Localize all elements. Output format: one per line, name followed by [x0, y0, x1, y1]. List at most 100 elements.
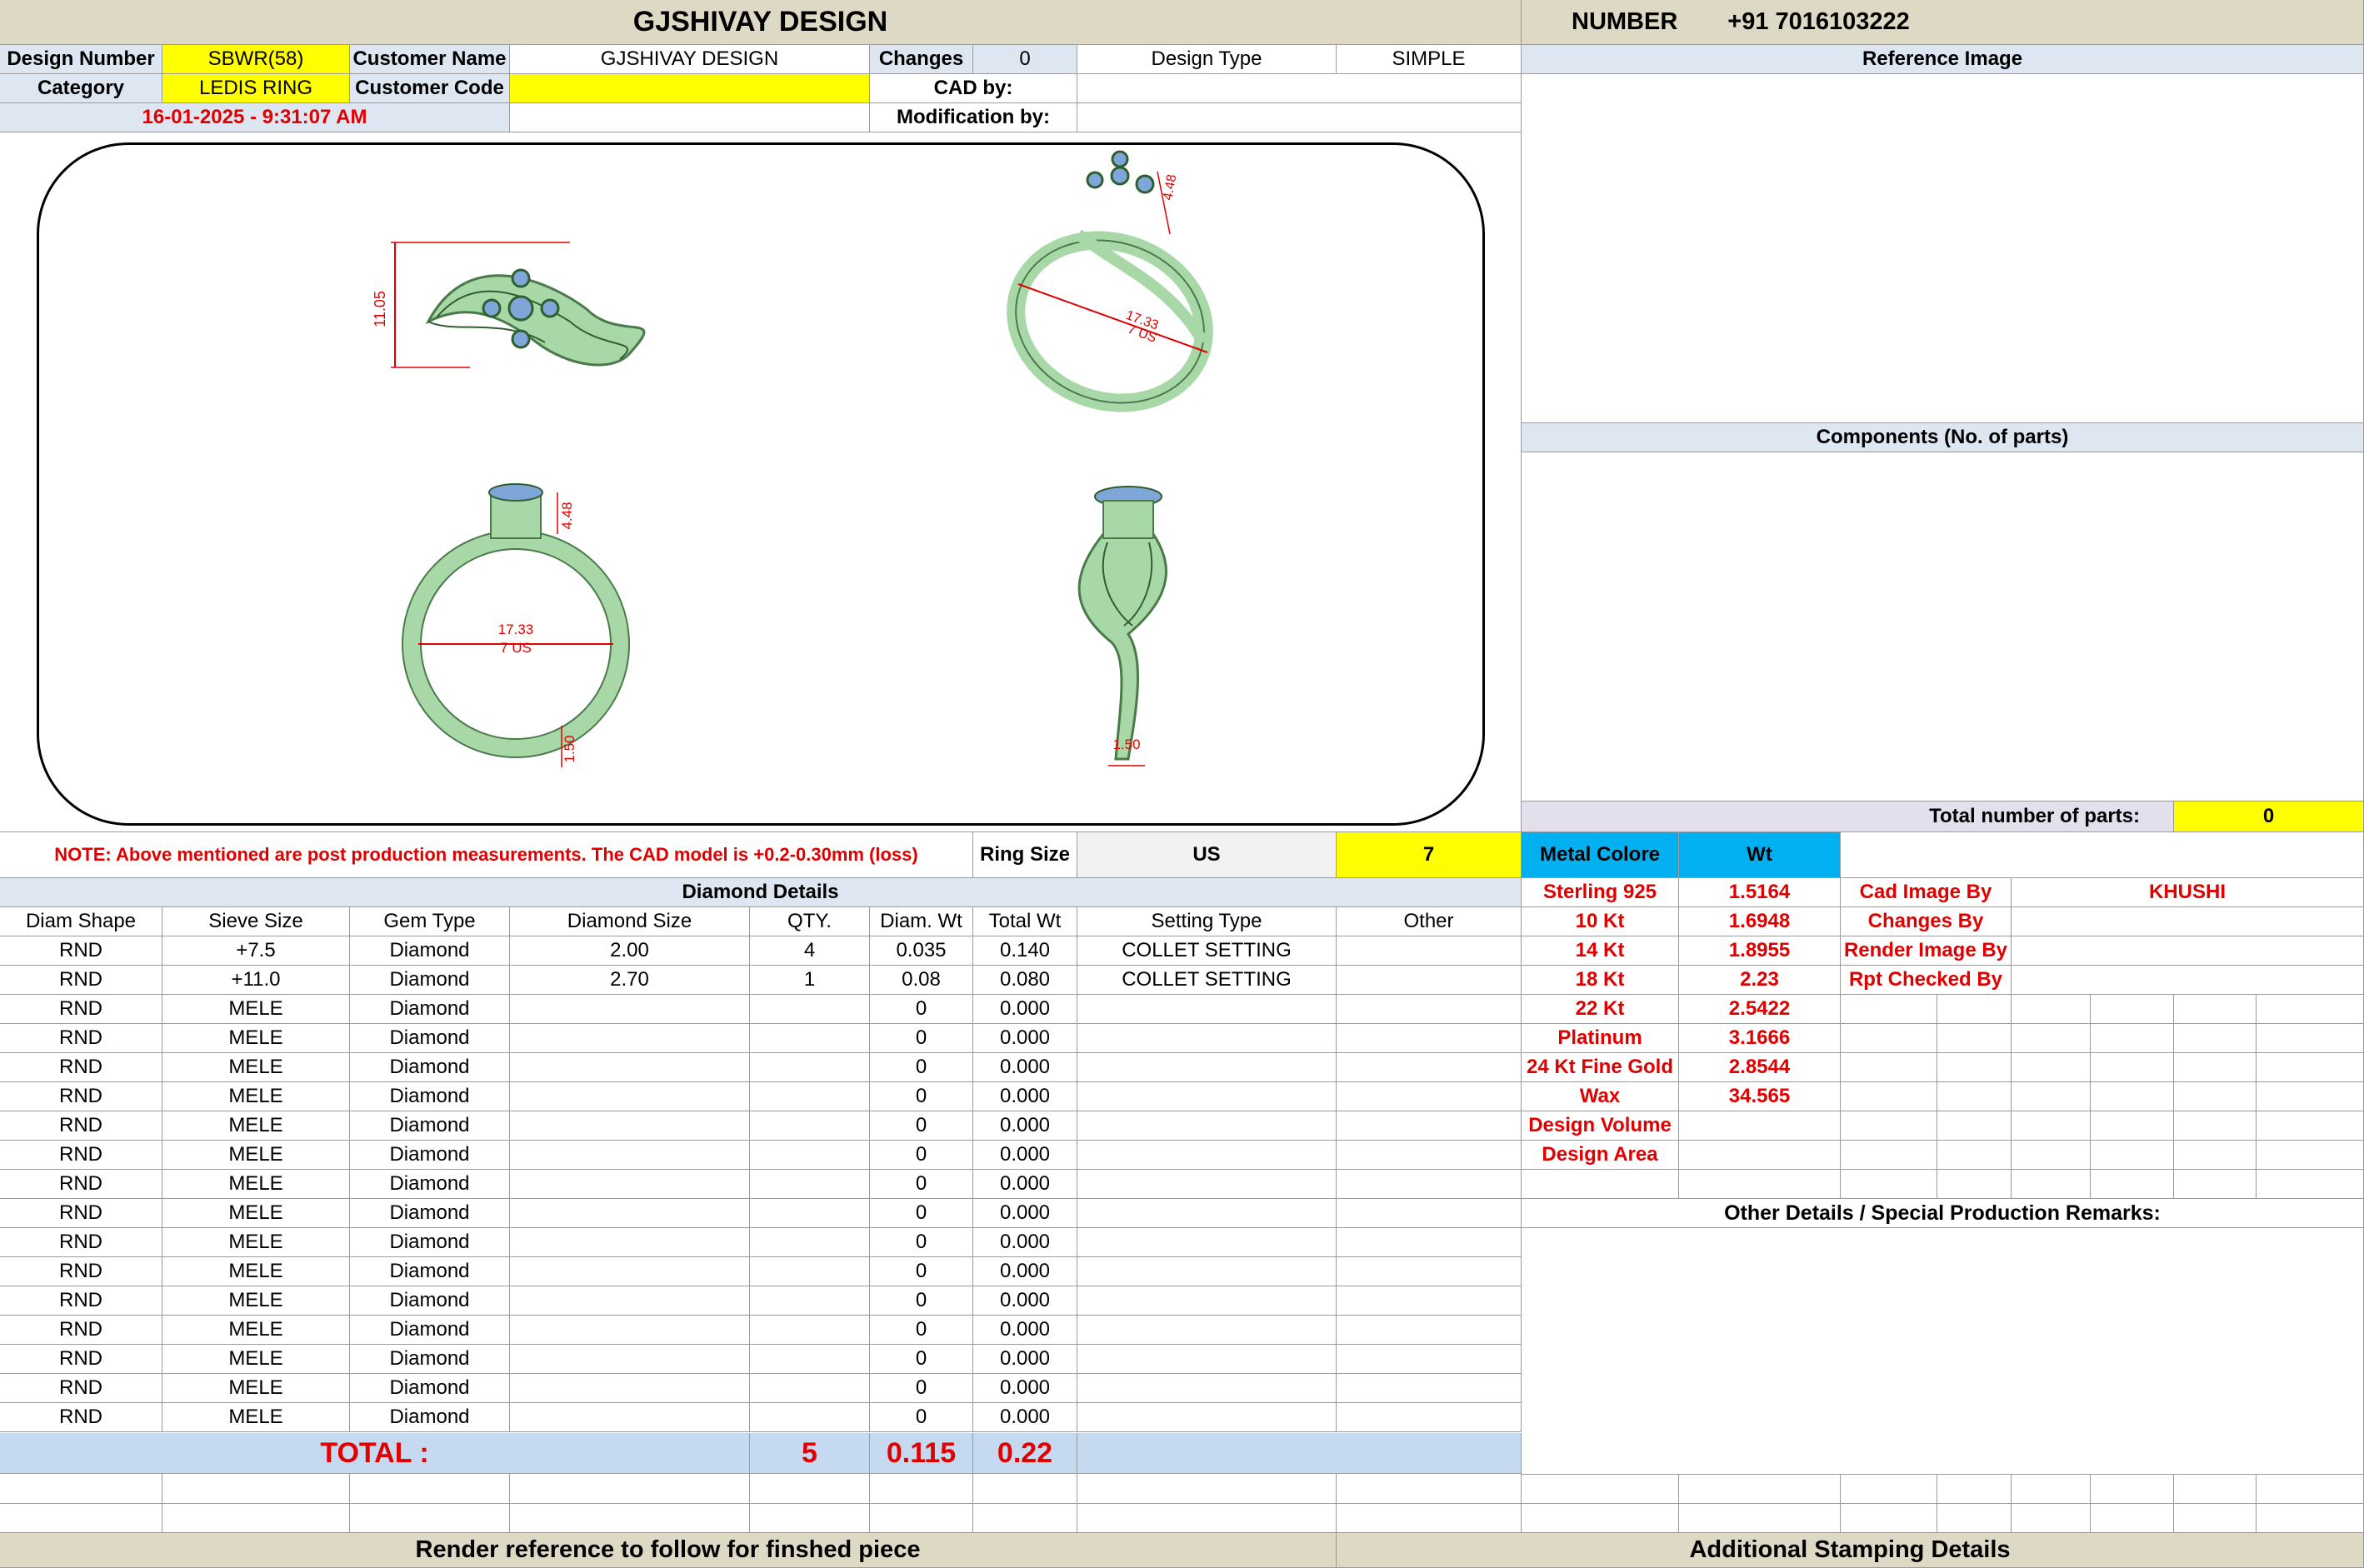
diamond-cell-qty[interactable]	[750, 1141, 870, 1170]
diamond-cell-total-wt[interactable]: 0.000	[973, 1053, 1077, 1082]
diamond-cell-setting-type[interactable]	[1077, 1374, 1337, 1403]
diamond-cell-qty[interactable]	[750, 995, 870, 1024]
diamond-cell-qty[interactable]: 4	[750, 936, 870, 966]
diamond-cell-diam-wt[interactable]: 0	[870, 1345, 973, 1374]
diamond-cell-total-wt[interactable]: 0.000	[973, 1082, 1077, 1111]
diamond-cell-diam-wt[interactable]: 0	[870, 1228, 973, 1257]
diamond-cell-diam-wt[interactable]: 0.08	[870, 966, 973, 995]
diamond-cell-diam-wt[interactable]: 0	[870, 1316, 973, 1345]
grid-cell[interactable]	[2257, 1082, 2364, 1111]
grid-cell[interactable]	[1937, 1170, 2012, 1199]
grid-cell[interactable]	[2012, 1024, 2091, 1053]
diamond-cell-sieve-size[interactable]: MELE	[162, 1199, 350, 1228]
diamond-cell-other[interactable]	[1337, 1141, 1522, 1170]
diamond-cell-diamond-size[interactable]: 2.00	[510, 936, 750, 966]
diamond-cell-other[interactable]	[1337, 1170, 1522, 1199]
diamond-cell-setting-type[interactable]	[1077, 1316, 1337, 1345]
diamond-cell-setting-type[interactable]	[1077, 1286, 1337, 1316]
diamond-cell-diamond-size[interactable]	[510, 1024, 750, 1053]
grid-cell[interactable]	[2174, 1503, 2257, 1533]
diamond-cell-other[interactable]	[1337, 1403, 1522, 1432]
grid-cell[interactable]	[2091, 1141, 2174, 1170]
diamond-cell-sieve-size[interactable]: MELE	[162, 1082, 350, 1111]
diamond-cell-qty[interactable]	[750, 1286, 870, 1316]
grid-cell[interactable]	[1841, 1141, 1937, 1170]
diamond-cell-total-wt[interactable]: 0.140	[973, 936, 1077, 966]
grid-cell[interactable]	[750, 1474, 870, 1504]
grid-cell[interactable]	[2174, 1082, 2257, 1111]
grid-cell[interactable]	[2091, 1111, 2174, 1141]
grid-cell[interactable]	[870, 1503, 973, 1533]
diamond-cell-diam-wt[interactable]: 0	[870, 1403, 973, 1432]
grid-cell[interactable]	[2174, 1111, 2257, 1141]
total-parts-value[interactable]: 0	[2174, 801, 2364, 832]
grid-cell[interactable]	[2012, 1111, 2091, 1141]
diamond-cell-diam-shape[interactable]: RND	[0, 1111, 162, 1141]
grid-cell[interactable]	[1841, 995, 1937, 1024]
grid-cell[interactable]	[162, 1474, 350, 1504]
diamond-cell-qty[interactable]	[750, 1316, 870, 1345]
diamond-cell-sieve-size[interactable]: +7.5	[162, 936, 350, 966]
diamond-cell-gem-type[interactable]: Diamond	[350, 995, 510, 1024]
diamond-cell-setting-type[interactable]	[1077, 1228, 1337, 1257]
grid-cell[interactable]	[2257, 1141, 2364, 1170]
diamond-cell-qty[interactable]	[750, 1228, 870, 1257]
grid-cell[interactable]	[1937, 1111, 2012, 1141]
diamond-cell-qty[interactable]	[750, 1053, 870, 1082]
modification-by-value[interactable]	[1077, 103, 1522, 132]
grid-cell[interactable]	[0, 1503, 162, 1533]
diamond-cell-setting-type[interactable]	[1077, 1053, 1337, 1082]
diamond-cell-total-wt[interactable]: 0.000	[973, 1286, 1077, 1316]
diamond-cell-setting-type[interactable]	[1077, 1024, 1337, 1053]
changes-value[interactable]: 0	[973, 45, 1077, 74]
diamond-cell-gem-type[interactable]: Diamond	[350, 936, 510, 966]
category-value[interactable]: LEDIS RING	[162, 74, 350, 103]
diamond-cell-diam-wt[interactable]: 0	[870, 1053, 973, 1082]
diamond-cell-sieve-size[interactable]: MELE	[162, 1403, 350, 1432]
diamond-cell-setting-type[interactable]	[1077, 995, 1337, 1024]
diamond-cell-diam-wt[interactable]: 0	[870, 1257, 973, 1286]
grid-cell[interactable]	[1937, 995, 2012, 1024]
diamond-cell-gem-type[interactable]: Diamond	[350, 1228, 510, 1257]
diamond-cell-diam-wt[interactable]: 0	[870, 1286, 973, 1316]
diamond-cell-diam-shape[interactable]: RND	[0, 1286, 162, 1316]
diamond-cell-setting-type[interactable]	[1077, 1257, 1337, 1286]
diamond-cell-diam-shape[interactable]: RND	[0, 1257, 162, 1286]
grid-cell[interactable]	[1077, 1474, 1337, 1504]
metal-weight[interactable]: 3.1666	[1679, 1024, 1841, 1053]
diamond-cell-diam-shape[interactable]: RND	[0, 1345, 162, 1374]
diamond-cell-diamond-size[interactable]	[510, 1228, 750, 1257]
diamond-cell-gem-type[interactable]: Diamond	[350, 1024, 510, 1053]
diamond-cell-diamond-size[interactable]	[510, 1286, 750, 1316]
diamond-cell-sieve-size[interactable]: MELE	[162, 1141, 350, 1170]
customer-name-value[interactable]: GJSHIVAY DESIGN	[510, 45, 870, 74]
diamond-cell-qty[interactable]	[750, 1403, 870, 1432]
grid-cell[interactable]	[2091, 1053, 2174, 1082]
grid-cell[interactable]	[1522, 1474, 1679, 1504]
diamond-cell-diamond-size[interactable]	[510, 1199, 750, 1228]
grid-cell[interactable]	[1337, 1503, 1522, 1533]
diamond-cell-other[interactable]	[1337, 936, 1522, 966]
diamond-cell-gem-type[interactable]: Diamond	[350, 1111, 510, 1141]
diamond-cell-diam-shape[interactable]: RND	[0, 936, 162, 966]
diamond-cell-diamond-size[interactable]: 2.70	[510, 966, 750, 995]
diamond-cell-diam-wt[interactable]: 0	[870, 1111, 973, 1141]
grid-cell[interactable]	[2257, 1111, 2364, 1141]
grid-cell[interactable]	[2012, 1170, 2091, 1199]
grid-cell[interactable]	[2174, 1170, 2257, 1199]
diamond-cell-other[interactable]	[1337, 1111, 1522, 1141]
diamond-cell-sieve-size[interactable]: MELE	[162, 1316, 350, 1345]
grid-cell[interactable]	[2174, 1053, 2257, 1082]
metal-weight[interactable]: 1.6948	[1679, 907, 1841, 936]
metal-weight[interactable]: 1.5164	[1679, 878, 1841, 907]
metal-weight[interactable]: 34.565	[1679, 1082, 1841, 1111]
grid-cell[interactable]	[1937, 1474, 2012, 1504]
ring-size-value[interactable]: 7	[1337, 832, 1522, 878]
grid-cell[interactable]	[1841, 1474, 1937, 1504]
diamond-cell-diamond-size[interactable]	[510, 1053, 750, 1082]
diamond-cell-other[interactable]	[1337, 1316, 1522, 1345]
metal-weight[interactable]: 2.23	[1679, 966, 1841, 995]
metal-weight[interactable]	[1679, 1111, 1841, 1141]
grid-cell[interactable]	[2091, 1024, 2174, 1053]
grid-cell[interactable]	[2257, 1053, 2364, 1082]
